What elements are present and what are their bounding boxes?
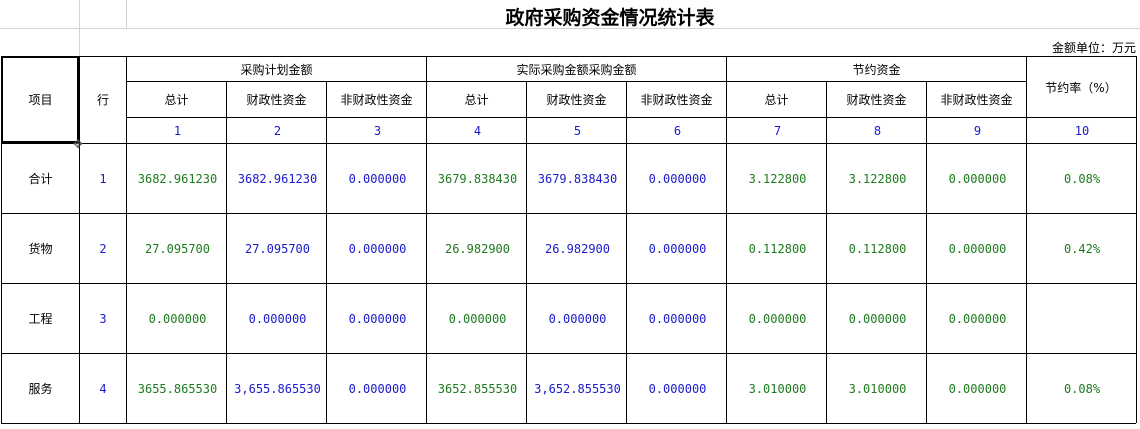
value-cell[interactable]: 0.08% <box>1028 354 1136 423</box>
row-number-cell[interactable]: 3 <box>80 284 126 353</box>
header-row-number[interactable]: 行 <box>80 57 126 142</box>
border-line <box>926 81 927 423</box>
value-cell[interactable]: 3652.855530 <box>428 354 527 423</box>
border-line <box>1026 56 1027 423</box>
value-cell[interactable]: 0.000000 <box>728 284 827 353</box>
row-item-label[interactable]: 货物 <box>2 214 79 283</box>
border-line <box>626 81 627 423</box>
border-line <box>526 81 527 423</box>
column-number-cell[interactable]: 10 <box>1028 118 1136 143</box>
column-number-cell[interactable]: 2 <box>228 118 327 143</box>
column-number-cell[interactable]: 3 <box>328 118 427 143</box>
header-actual-fiscal[interactable]: 财政性资金 <box>527 82 626 117</box>
value-cell[interactable]: 0.112800 <box>728 214 827 283</box>
border-line <box>79 56 80 423</box>
value-cell[interactable]: 0.000000 <box>328 144 427 213</box>
column-number-cell[interactable]: 8 <box>828 118 927 143</box>
value-cell[interactable]: 0.000000 <box>628 214 727 283</box>
value-cell[interactable]: 0.000000 <box>328 354 427 423</box>
header-savings-total[interactable]: 总计 <box>727 82 826 117</box>
value-cell[interactable]: 0.000000 <box>428 284 527 353</box>
value-cell[interactable]: 27.095700 <box>228 214 327 283</box>
header-actual-amount[interactable]: 实际采购金额采购金额 <box>427 57 726 81</box>
value-cell[interactable]: 0.000000 <box>828 284 927 353</box>
value-cell[interactable]: 0.000000 <box>328 214 427 283</box>
value-cell[interactable]: 0.000000 <box>928 214 1027 283</box>
row-number-cell[interactable]: 2 <box>80 214 126 283</box>
sheet-title: 政府采购资金情况统计表 <box>505 6 715 29</box>
header-plan-fiscal[interactable]: 财政性资金 <box>227 82 326 117</box>
header-plan-nonfiscal[interactable]: 非财政性资金 <box>327 82 426 117</box>
row-number-cell[interactable]: 1 <box>80 144 126 213</box>
value-cell[interactable]: 0.000000 <box>628 144 727 213</box>
unit-label: 金额单位：万元 <box>1051 40 1136 55</box>
value-cell[interactable]: 0.000000 <box>328 284 427 353</box>
value-cell[interactable]: 26.982900 <box>428 214 527 283</box>
border-line <box>426 56 427 423</box>
column-number-cell[interactable]: 4 <box>428 118 527 143</box>
value-cell[interactable]: 3655.865530 <box>128 354 227 423</box>
border-line <box>1 283 1136 284</box>
value-cell[interactable]: 3679.838430 <box>428 144 527 213</box>
border-line <box>826 81 827 423</box>
column-number-cell[interactable]: 1 <box>128 118 227 143</box>
move-cursor-icon: ✥ <box>73 137 84 151</box>
row-number-cell[interactable]: 4 <box>80 354 126 423</box>
header-savings[interactable]: 节约资金 <box>727 57 1026 81</box>
border-line <box>726 56 727 423</box>
border-line <box>1 353 1136 354</box>
header-savings-nonfiscal[interactable]: 非财政性资金 <box>927 82 1026 117</box>
column-number-cell[interactable]: 9 <box>928 118 1027 143</box>
header-savings-fiscal[interactable]: 财政性资金 <box>827 82 926 117</box>
value-cell[interactable]: 0.000000 <box>228 284 327 353</box>
header-actual-total[interactable]: 总计 <box>427 82 526 117</box>
column-number-cell[interactable]: 5 <box>528 118 627 143</box>
border-line <box>1 213 1136 214</box>
column-number-cell[interactable]: 6 <box>628 118 727 143</box>
value-cell[interactable]: 0.000000 <box>628 354 727 423</box>
border-line <box>127 81 1026 82</box>
value-cell[interactable] <box>1028 284 1136 353</box>
value-cell[interactable]: 0.000000 <box>928 284 1027 353</box>
header-actual-nonfiscal[interactable]: 非财政性资金 <box>627 82 726 117</box>
value-cell[interactable]: 0.000000 <box>128 284 227 353</box>
border-line <box>126 56 127 423</box>
border-line <box>326 81 327 423</box>
header-plan-amount[interactable]: 采购计划金额 <box>127 57 426 81</box>
row-item-label[interactable]: 服务 <box>2 354 79 423</box>
value-cell[interactable]: 0.000000 <box>628 284 727 353</box>
border-line <box>226 81 227 423</box>
value-cell[interactable]: 3,655.865530 <box>228 354 327 423</box>
row-item-label[interactable]: 工程 <box>2 284 79 353</box>
header-savings-rate[interactable]: 节约率（%） <box>1027 57 1135 117</box>
border-line <box>1136 56 1137 423</box>
value-cell[interactable]: 3682.961230 <box>128 144 227 213</box>
value-cell[interactable]: 3.122800 <box>828 144 927 213</box>
value-cell[interactable]: 3682.961230 <box>228 144 327 213</box>
value-cell[interactable]: 0.000000 <box>928 354 1027 423</box>
border-line <box>1 56 1136 57</box>
value-cell[interactable]: 0.08% <box>1028 144 1136 213</box>
value-cell[interactable]: 0.000000 <box>528 284 627 353</box>
value-cell[interactable]: 3679.838430 <box>528 144 627 213</box>
header-plan-total[interactable]: 总计 <box>127 82 226 117</box>
value-cell[interactable]: 3.122800 <box>728 144 827 213</box>
column-number-cell[interactable]: 7 <box>728 118 827 143</box>
selected-cell-outline <box>1 56 79 143</box>
value-cell[interactable]: 26.982900 <box>528 214 627 283</box>
value-cell[interactable]: 0.000000 <box>928 144 1027 213</box>
border-line <box>1 143 1136 144</box>
border-line <box>127 117 1136 118</box>
value-cell[interactable]: 27.095700 <box>128 214 227 283</box>
row-item-label[interactable]: 合计 <box>2 144 79 213</box>
value-cell[interactable]: 3,652.855530 <box>528 354 627 423</box>
value-cell[interactable]: 3.010000 <box>828 354 927 423</box>
value-cell[interactable]: 3.010000 <box>728 354 827 423</box>
border-line <box>1 423 1136 424</box>
value-cell[interactable]: 0.112800 <box>828 214 927 283</box>
value-cell[interactable]: 0.42% <box>1028 214 1136 283</box>
